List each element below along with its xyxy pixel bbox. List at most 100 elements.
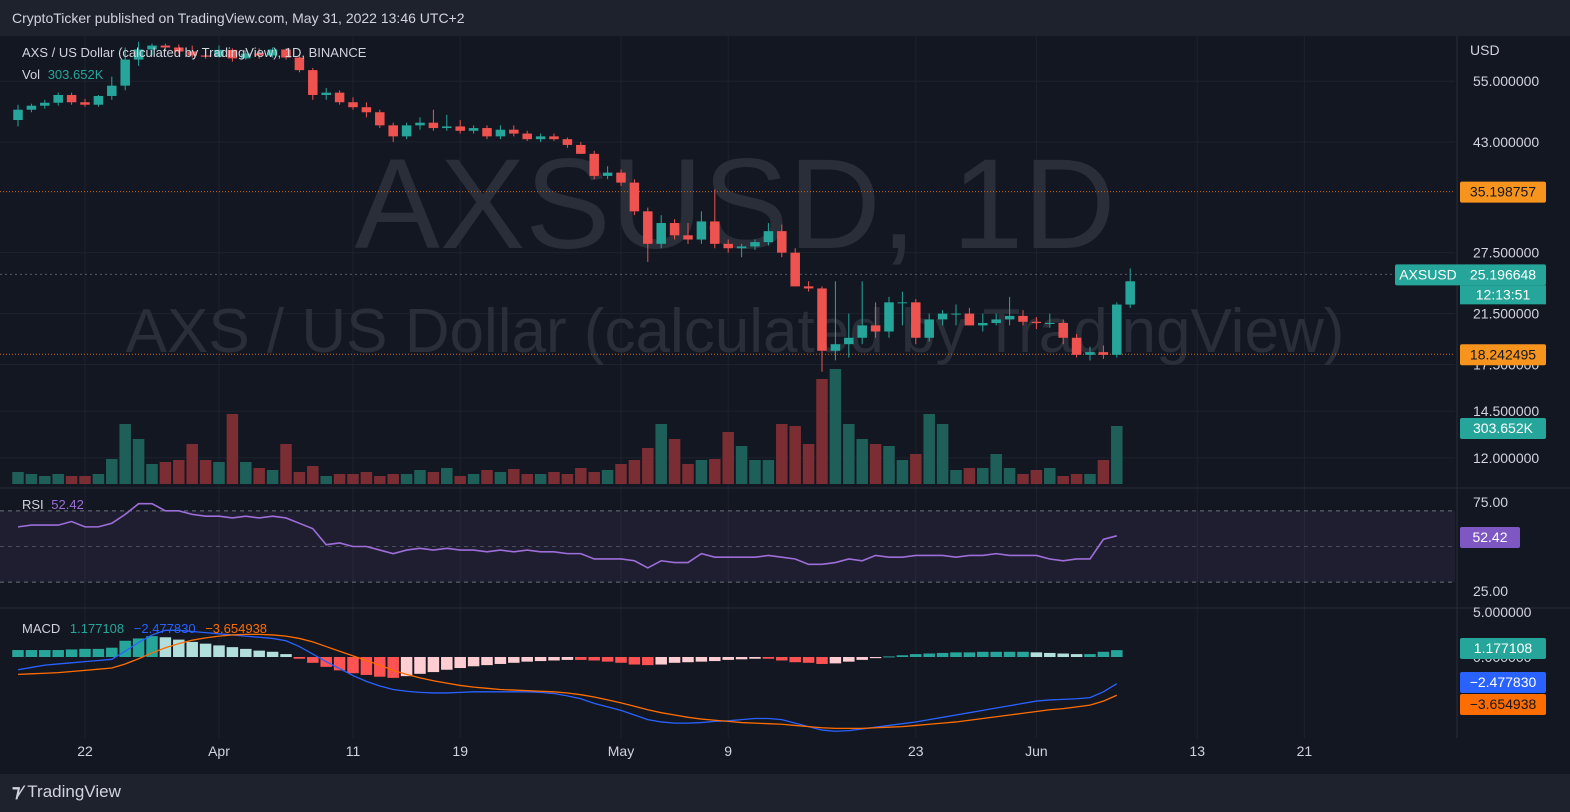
volume-bar <box>963 468 976 484</box>
volume-bar <box>1017 474 1029 484</box>
candle-body <box>991 319 1001 323</box>
macd-hist-bar <box>387 657 399 678</box>
volume-bar <box>1044 468 1056 484</box>
support-badge: 18.242495 <box>1470 346 1536 362</box>
time-tick-label: 23 <box>908 743 924 759</box>
volume-bar <box>682 464 694 484</box>
time-tick-label: 11 <box>346 743 361 759</box>
macd-hist-bar <box>762 657 775 659</box>
volume-bar <box>132 439 145 484</box>
macd-hist-bar <box>1111 650 1123 657</box>
candle-body <box>777 231 787 253</box>
volume-bar <box>628 460 641 484</box>
candle-body <box>93 95 104 105</box>
volume-bar <box>1003 468 1016 484</box>
volume-bar <box>65 476 78 484</box>
macd-hist-bar <box>521 657 533 662</box>
time-tick-label: 21 <box>1297 743 1313 759</box>
macd-hist-bar <box>682 657 694 663</box>
candle-body <box>1112 304 1122 355</box>
volume-bar <box>615 464 627 484</box>
candle-body <box>40 102 50 106</box>
candle-body <box>509 129 519 134</box>
macd-hist-bar <box>896 655 909 657</box>
volume-bar <box>802 444 815 484</box>
candle-body <box>66 95 77 103</box>
volume-bar <box>360 472 373 484</box>
candle-body <box>723 243 733 249</box>
chart-svg[interactable]: AXSUSD, 1D AXS / US Dollar (calculated b… <box>0 36 1570 774</box>
candle-body <box>1071 337 1082 355</box>
volume-bar <box>668 439 681 484</box>
time-tick-label: 9 <box>724 743 732 759</box>
tradingview-brand-text: TradingView <box>27 782 121 801</box>
volume-bar <box>856 439 868 484</box>
volume-bar <box>414 470 426 484</box>
macd-hist-bar <box>977 651 989 657</box>
candle-body <box>602 172 613 176</box>
volume-bar <box>722 432 734 484</box>
volume-bar <box>199 460 212 484</box>
resistance-badge: 35.198757 <box>1470 184 1536 200</box>
candle-body <box>1125 281 1135 305</box>
macd-hist-bar <box>735 657 748 660</box>
volume-bar <box>374 476 386 484</box>
macd-legend[interactable]: MACD 1.177108 −2.477830 −3.654938 <box>22 621 267 636</box>
volume-bar <box>12 472 24 484</box>
macd-hist-bar <box>186 641 198 657</box>
candle-body <box>428 122 439 129</box>
macd-hist-bar <box>548 657 560 661</box>
volume-bar <box>709 459 721 484</box>
candle-body <box>375 112 385 126</box>
volume-bar <box>441 468 453 484</box>
time-tick-label: 19 <box>452 743 468 759</box>
macd-hist-bar <box>293 657 306 659</box>
rsi-pane <box>0 502 1455 583</box>
rsi-label: RSI <box>22 497 44 512</box>
macd-hist-bar <box>280 654 292 657</box>
candle-body <box>656 223 666 244</box>
candle-body <box>1058 322 1068 338</box>
volume-bar <box>159 462 172 484</box>
macd-hist-bar <box>642 657 654 666</box>
price-tick-label: 55.000000 <box>1473 73 1539 89</box>
volume-bar <box>910 454 922 484</box>
candle-body <box>736 246 747 249</box>
macd-hist-bar <box>816 657 828 664</box>
macd-hist-bar <box>52 650 64 657</box>
candle-body <box>13 109 23 121</box>
macd-hist-bar <box>655 657 667 665</box>
volume-bar <box>1030 470 1043 484</box>
macd-hist-bar <box>776 657 788 661</box>
symbol-legend[interactable]: AXS / US Dollar (calculated by TradingVi… <box>22 45 366 60</box>
chart-area[interactable]: AXSUSD, 1D AXS / US Dollar (calculated b… <box>0 36 1570 774</box>
macd-pane <box>12 629 1123 732</box>
volume-bar <box>869 444 882 484</box>
volume-bars <box>12 369 1123 484</box>
volume-bar <box>936 424 949 484</box>
volume-bar <box>588 472 600 484</box>
volume-bar <box>1084 474 1096 484</box>
macd-hist-bar <box>883 656 895 658</box>
volume-bar <box>642 448 654 484</box>
volume-legend[interactable]: Vol 303.652K <box>22 67 103 82</box>
rsi-legend[interactable]: RSI 52.42 <box>22 497 84 512</box>
tradingview-brand[interactable]: ⁊⁄ TradingView <box>12 782 121 802</box>
candle-body <box>348 102 358 108</box>
volume-bar <box>977 468 989 484</box>
volume-bar <box>427 472 440 484</box>
macd-hist-bar <box>856 657 868 660</box>
candle-body <box>951 313 961 315</box>
rsi-badge: 52.42 <box>1472 529 1507 545</box>
candle-body <box>1018 315 1028 322</box>
candle-body <box>522 133 532 140</box>
macd-hist-bar <box>789 657 801 663</box>
volume-bar <box>481 470 493 484</box>
candle-body <box>576 144 586 154</box>
macd-hist-bar <box>843 657 855 662</box>
macd-hist-bar <box>1017 651 1029 657</box>
candle-body <box>442 126 452 129</box>
candle-body <box>897 302 908 304</box>
candle-body <box>1098 352 1109 355</box>
candle-body <box>415 122 425 126</box>
